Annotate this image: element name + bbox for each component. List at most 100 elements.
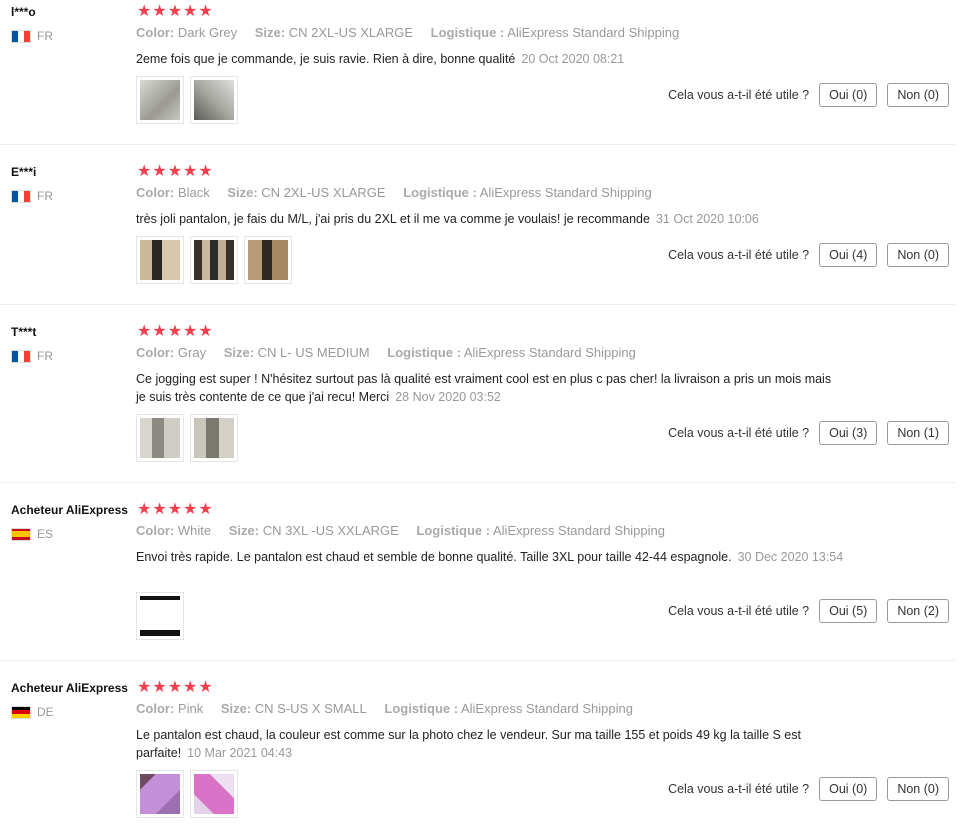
flag-es-icon: [11, 527, 31, 541]
review-date: 30 Dec 2020 13:54: [737, 550, 844, 564]
rating-stars: ★★★★★: [137, 163, 214, 180]
helpful-yes-button[interactable]: Oui (4): [819, 243, 878, 267]
logistics-value: AliExpress Standard Shipping: [507, 25, 680, 40]
color-value: Pink: [177, 701, 204, 716]
review-photos: [136, 236, 292, 284]
helpful-no-button[interactable]: Non (1): [887, 421, 949, 445]
color-label: Color:: [136, 523, 175, 538]
size-value: CN 2XL-US XLARGE: [288, 25, 413, 40]
reviewer-country: FR: [11, 189, 53, 203]
review-content: 2eme fois que je commande, je suis ravie…: [136, 52, 516, 66]
helpful-no-button[interactable]: Non (0): [887, 243, 949, 267]
helpful-section: Cela vous a-t-il été utile ? Oui (3) Non…: [668, 421, 949, 445]
reviewer-country: DE: [11, 705, 54, 719]
review-photos: [136, 592, 184, 640]
reviewer-name: Acheteur AliExpress: [11, 503, 128, 517]
reviewer-name: Acheteur AliExpress: [11, 681, 128, 695]
review-attributes: Color: Dark Grey Size: CN 2XL-US XLARGE …: [136, 25, 693, 40]
helpful-yes-button[interactable]: Oui (3): [819, 421, 878, 445]
color-value: Gray: [177, 345, 207, 360]
helpful-section: Cela vous a-t-il été utile ? Oui (4) Non…: [668, 243, 949, 267]
size-label: Size:: [227, 185, 258, 200]
logistics-value: AliExpress Standard Shipping: [479, 185, 652, 200]
size-label: Size:: [228, 523, 260, 538]
review-photo[interactable]: [190, 414, 238, 462]
review-item: E***i FR ★★★★★ Color: Black Size: CN 2XL…: [0, 163, 955, 305]
review-date: 20 Oct 2020 08:21: [521, 52, 625, 66]
rating-stars: ★★★★★: [137, 501, 214, 518]
review-date: 10 Mar 2021 04:43: [187, 746, 293, 760]
review-photos: [136, 414, 238, 462]
review-photo[interactable]: [136, 592, 184, 640]
size-value: CN S-US X SMALL: [254, 701, 367, 716]
helpful-label: Cela vous a-t-il été utile ?: [668, 426, 810, 440]
color-value: Black: [177, 185, 210, 200]
color-label: Color:: [136, 701, 175, 716]
helpful-yes-button[interactable]: Oui (0): [819, 83, 878, 107]
review-photo[interactable]: [190, 76, 238, 124]
color-value: Dark Grey: [177, 25, 238, 40]
logistics-value: AliExpress Standard Shipping: [493, 523, 665, 538]
review-date: 31 Oct 2020 10:06: [655, 212, 759, 226]
review-date: 28 Nov 2020 03:52: [395, 390, 501, 404]
helpful-no-button[interactable]: Non (0): [887, 83, 949, 107]
review-photo[interactable]: [190, 236, 238, 284]
helpful-label: Cela vous a-t-il été utile ?: [668, 88, 810, 102]
reviewer-country: FR: [11, 349, 53, 363]
logistics-value: AliExpress Standard Shipping: [460, 701, 633, 716]
review-photo[interactable]: [136, 236, 184, 284]
review-text: Envoi très rapide. Le pantalon est chaud…: [136, 548, 856, 566]
helpful-label: Cela vous a-t-il été utile ?: [668, 248, 810, 262]
color-value: White: [177, 523, 212, 538]
color-label: Color:: [136, 25, 175, 40]
review-attributes: Color: Gray Size: CN L- US MEDIUM Logist…: [136, 345, 650, 360]
review-content: Envoi très rapide. Le pantalon est chaud…: [136, 550, 732, 564]
flag-de-icon: [11, 705, 31, 719]
rating-stars: ★★★★★: [137, 679, 214, 696]
size-value: CN 3XL -US XXLARGE: [262, 523, 399, 538]
country-code: ES: [37, 527, 54, 541]
size-value: CN 2XL-US XLARGE: [261, 185, 386, 200]
logistics-label: Logistique :: [416, 523, 491, 538]
flag-fr-icon: [11, 29, 31, 43]
flag-fr-icon: [11, 349, 31, 363]
helpful-yes-button[interactable]: Oui (0): [819, 777, 878, 801]
size-label: Size:: [220, 701, 252, 716]
reviewer-country: ES: [11, 527, 53, 541]
logistics-label: Logistique :: [384, 701, 459, 716]
review-attributes: Color: Pink Size: CN S-US X SMALL Logist…: [136, 701, 647, 716]
flag-fr-icon: [11, 189, 31, 203]
reviewer-name: T***t: [11, 325, 37, 339]
review-item: l***o FR ★★★★★ Color: Dark Grey Size: CN…: [0, 3, 955, 145]
review-photos: [136, 76, 238, 124]
reviewer-name: l***o: [11, 5, 36, 19]
helpful-yes-button[interactable]: Oui (5): [819, 599, 878, 623]
review-item: Acheteur AliExpress DE ★★★★★ Color: Pink…: [0, 679, 955, 829]
review-item: Acheteur AliExpress ES ★★★★★ Color: Whit…: [0, 501, 955, 661]
color-label: Color:: [136, 345, 175, 360]
helpful-label: Cela vous a-t-il été utile ?: [668, 782, 810, 796]
review-photo[interactable]: [244, 236, 292, 284]
review-photo[interactable]: [190, 770, 238, 818]
review-photo[interactable]: [136, 76, 184, 124]
review-photos: [136, 770, 238, 818]
size-label: Size:: [254, 25, 286, 40]
logistics-label: Logistique :: [403, 185, 477, 200]
review-text: Ce jogging est super ! N'hésitez surtout…: [136, 370, 836, 406]
reviewer-name: E***i: [11, 165, 37, 179]
review-text: très joli pantalon, je fais du M/L, j'ai…: [136, 210, 856, 228]
review-photo[interactable]: [136, 770, 184, 818]
review-content: très joli pantalon, je fais du M/L, j'ai…: [136, 212, 650, 226]
country-code: FR: [37, 189, 53, 203]
review-item: T***t FR ★★★★★ Color: Gray Size: CN L- U…: [0, 323, 955, 483]
rating-stars: ★★★★★: [137, 323, 214, 340]
size-label: Size:: [223, 345, 255, 360]
helpful-no-button[interactable]: Non (0): [887, 777, 949, 801]
color-label: Color:: [136, 185, 175, 200]
helpful-section: Cela vous a-t-il été utile ? Oui (0) Non…: [668, 777, 949, 801]
helpful-section: Cela vous a-t-il été utile ? Oui (0) Non…: [668, 83, 949, 107]
reviewer-country: FR: [11, 29, 53, 43]
country-code: FR: [37, 349, 53, 363]
helpful-no-button[interactable]: Non (2): [887, 599, 949, 623]
review-photo[interactable]: [136, 414, 184, 462]
